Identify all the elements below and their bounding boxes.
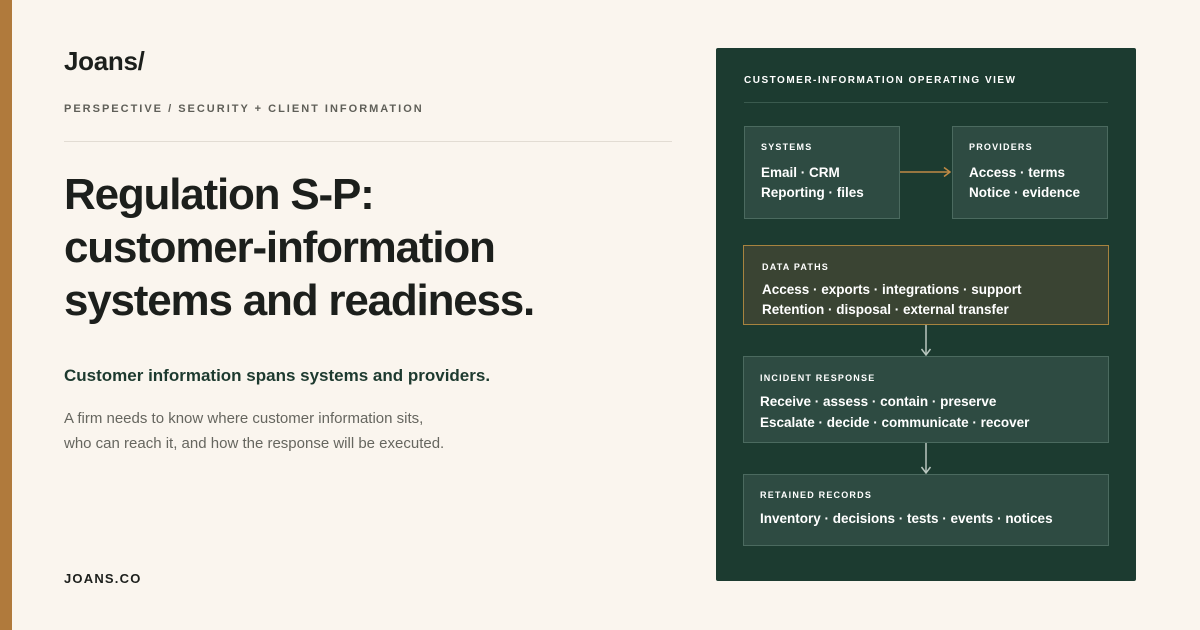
page-title-line-3: systems and readiness. <box>64 276 535 325</box>
systems-line-2: Reporting · files <box>761 185 864 200</box>
page-title: Regulation S-P: customer-information sys… <box>64 168 664 327</box>
body-line-2: who can reach it, and how the response w… <box>64 435 445 452</box>
operating-view-diagram: CUSTOMER-INFORMATION OPERATING VIEW SYST… <box>716 48 1136 581</box>
systems-label: SYSTEMS <box>761 142 813 152</box>
data-paths-node: DATA PATHS Access · exports · integratio… <box>743 245 1109 325</box>
retained-records-line-1: Inventory · decisions · tests · events ·… <box>760 511 1053 526</box>
systems-node: SYSTEMS Email · CRM Reporting · files <box>744 126 900 219</box>
systems-line-1: Email · CRM <box>761 165 840 180</box>
data-paths-to-incident-arrow <box>920 325 932 357</box>
providers-line-1: Access · terms <box>969 165 1066 180</box>
header-divider <box>64 141 672 142</box>
left-accent-bar <box>0 0 12 630</box>
incident-response-node: INCIDENT RESPONSE Receive · assess · con… <box>743 356 1109 443</box>
systems-to-providers-arrow <box>900 166 952 178</box>
retained-records-node: RETAINED RECORDS Inventory · decisions ·… <box>743 474 1109 546</box>
incident-response-line-1: Receive · assess · contain · preserve <box>760 394 997 409</box>
data-paths-label: DATA PATHS <box>762 262 829 272</box>
incident-response-label: INCIDENT RESPONSE <box>760 373 876 383</box>
page-title-line-2: customer-information <box>64 223 496 272</box>
incident-response-line-2: Escalate · decide · communicate · recove… <box>760 415 1030 430</box>
incident-to-records-arrow <box>920 443 932 475</box>
brand-logo[interactable]: Joans/ <box>64 46 145 77</box>
providers-node: PROVIDERS Access · terms Notice · eviden… <box>952 126 1108 219</box>
subheading: Customer information spans systems and p… <box>64 366 491 385</box>
body-paragraph: A firm needs to know where customer info… <box>64 406 444 456</box>
body-line-1: A firm needs to know where customer info… <box>64 410 424 427</box>
footer-domain-link[interactable]: JOANS.CO <box>64 571 142 586</box>
providers-label: PROVIDERS <box>969 142 1033 152</box>
providers-line-2: Notice · evidence <box>969 185 1081 200</box>
diagram-title: CUSTOMER-INFORMATION OPERATING VIEW <box>744 75 1017 86</box>
section-kicker: PERSPECTIVE / SECURITY + CLIENT INFORMAT… <box>64 103 424 115</box>
retained-records-label: RETAINED RECORDS <box>760 490 873 500</box>
page-title-line-1: Regulation S-P: <box>64 170 375 219</box>
data-paths-line-2: Retention · disposal · external transfer <box>762 302 1009 317</box>
diagram-divider <box>744 102 1108 103</box>
data-paths-line-1: Access · exports · integrations · suppor… <box>762 282 1022 297</box>
